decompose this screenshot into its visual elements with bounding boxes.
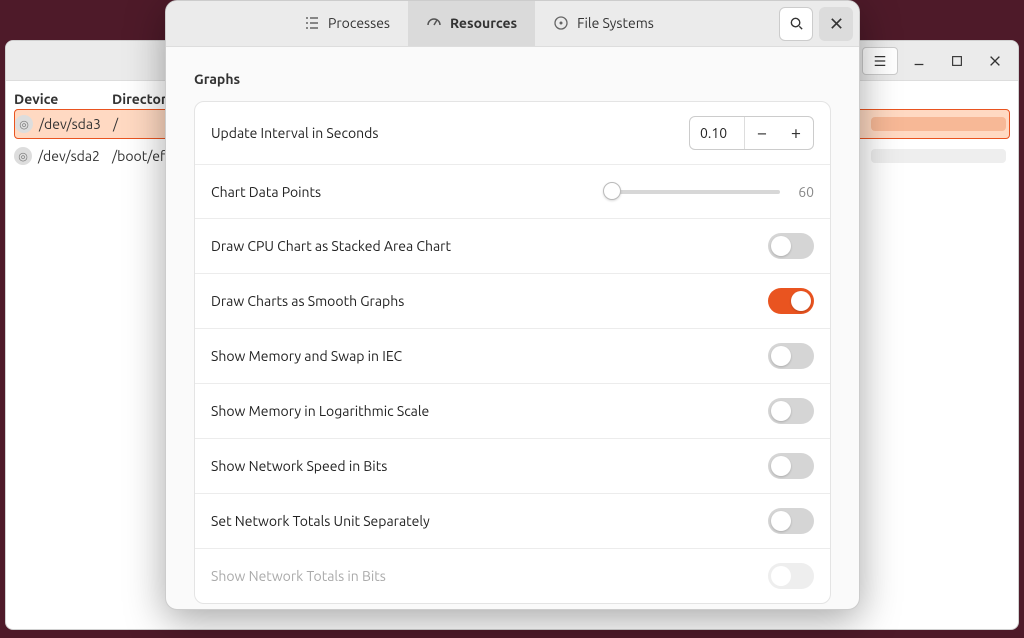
setting-label: Set Network Totals Unit Separately bbox=[211, 513, 768, 529]
close-icon bbox=[829, 16, 844, 31]
device-name: /dev/sda2 bbox=[38, 148, 100, 164]
disk-icon: ◎ bbox=[15, 115, 33, 133]
spinner-decrement-button[interactable]: − bbox=[745, 117, 779, 149]
spinner-increment-button[interactable]: + bbox=[779, 117, 813, 149]
list-icon bbox=[304, 15, 320, 31]
dialog-close-button[interactable] bbox=[819, 7, 853, 41]
setting-update-interval: Update Interval in Seconds 0.10 − + bbox=[195, 102, 830, 165]
slider-value: 60 bbox=[794, 184, 814, 200]
preferences-dialog: Processes Resources File Systems Graphs … bbox=[165, 0, 860, 610]
gauge-icon bbox=[426, 15, 442, 31]
setting-label: Draw CPU Chart as Stacked Area Chart bbox=[211, 238, 768, 254]
dialog-body: Graphs Update Interval in Seconds 0.10 −… bbox=[166, 47, 859, 609]
tabs: Processes Resources File Systems bbox=[286, 1, 672, 46]
section-title: Graphs bbox=[194, 71, 831, 87]
usage-bar bbox=[871, 117, 1006, 131]
setting-label: Show Memory and Swap in IEC bbox=[211, 348, 768, 364]
search-button[interactable] bbox=[779, 7, 813, 41]
tab-processes[interactable]: Processes bbox=[286, 1, 408, 46]
setting-label: Draw Charts as Smooth Graphs bbox=[211, 293, 768, 309]
dialog-header: Processes Resources File Systems bbox=[166, 1, 859, 47]
setting-chart-data-points: Chart Data Points 60 bbox=[195, 165, 830, 219]
setting-smooth-graphs: Draw Charts as Smooth Graphs bbox=[195, 274, 830, 329]
mem-iec-toggle[interactable] bbox=[768, 343, 814, 369]
setting-label: Show Network Totals in Bits bbox=[211, 568, 768, 584]
cpu-stacked-toggle[interactable] bbox=[768, 233, 814, 259]
setting-label: Show Network Speed in Bits bbox=[211, 458, 768, 474]
tab-label: Resources bbox=[450, 15, 517, 31]
setting-mem-log: Show Memory in Logarithmic Scale bbox=[195, 384, 830, 439]
search-icon bbox=[789, 16, 804, 31]
tab-resources[interactable]: Resources bbox=[408, 1, 535, 46]
disk-icon bbox=[553, 15, 569, 31]
update-interval-spinner: 0.10 − + bbox=[689, 116, 814, 150]
net-totals-separate-toggle[interactable] bbox=[768, 508, 814, 534]
mem-log-toggle[interactable] bbox=[768, 398, 814, 424]
setting-label: Show Memory in Logarithmic Scale bbox=[211, 403, 768, 419]
chart-data-points-slider[interactable] bbox=[605, 190, 780, 194]
net-totals-bits-toggle bbox=[768, 563, 814, 589]
setting-label: Update Interval in Seconds bbox=[211, 125, 689, 141]
device-name: /dev/sda3 bbox=[39, 116, 101, 132]
hamburger-menu-button[interactable] bbox=[862, 47, 898, 75]
settings-list: Update Interval in Seconds 0.10 − + Char… bbox=[194, 101, 831, 604]
tab-label: File Systems bbox=[577, 15, 654, 31]
usage-bar bbox=[871, 149, 1006, 163]
net-bits-toggle[interactable] bbox=[768, 453, 814, 479]
setting-cpu-stacked: Draw CPU Chart as Stacked Area Chart bbox=[195, 219, 830, 274]
setting-net-totals-separate: Set Network Totals Unit Separately bbox=[195, 494, 830, 549]
setting-mem-iec: Show Memory and Swap in IEC bbox=[195, 329, 830, 384]
setting-label: Chart Data Points bbox=[211, 184, 605, 200]
tab-file-systems[interactable]: File Systems bbox=[535, 1, 672, 46]
spinner-value[interactable]: 0.10 bbox=[690, 117, 745, 149]
column-header-device[interactable]: Device bbox=[14, 91, 112, 107]
slider-thumb[interactable] bbox=[603, 182, 621, 200]
setting-net-totals-bits: Show Network Totals in Bits bbox=[195, 549, 830, 603]
maximize-button[interactable] bbox=[940, 47, 974, 75]
smooth-graphs-toggle[interactable] bbox=[768, 288, 814, 314]
minimize-button[interactable] bbox=[902, 47, 936, 75]
tab-label: Processes bbox=[328, 15, 390, 31]
disk-icon: ◎ bbox=[14, 147, 32, 165]
setting-net-bits: Show Network Speed in Bits bbox=[195, 439, 830, 494]
window-close-button[interactable] bbox=[978, 47, 1012, 75]
